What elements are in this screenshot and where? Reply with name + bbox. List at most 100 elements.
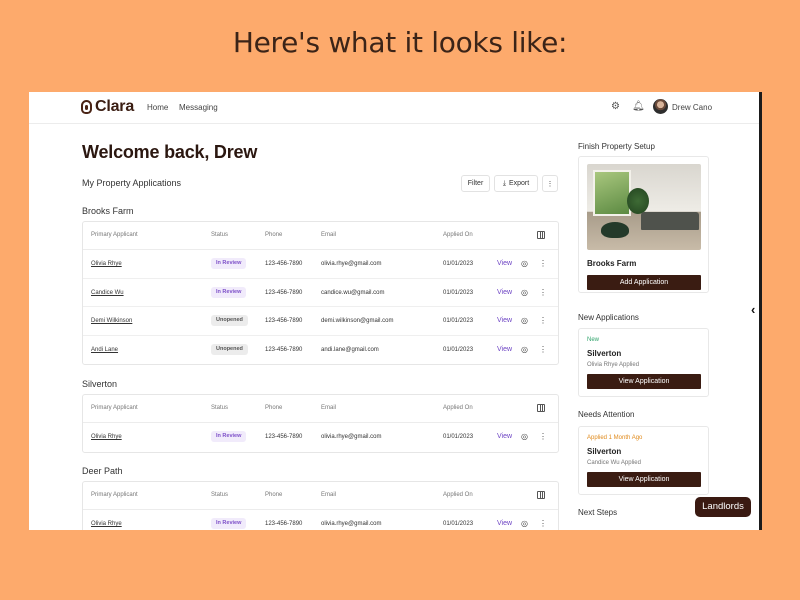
group-title: Silverton (82, 379, 118, 389)
group-title: Brooks Farm (82, 206, 134, 216)
column-header: Phone (265, 405, 283, 411)
table-row[interactable]: Olivia Rhye In Review 123-456-7890 olivia.r… (83, 250, 558, 279)
filter-button[interactable]: Filter (461, 175, 490, 192)
more-vertical-icon[interactable]: ⋮ (539, 345, 547, 355)
landlords-badge[interactable]: Landlords (695, 497, 751, 517)
applicant-name-link[interactable]: Demi Wilkinson (91, 318, 132, 324)
column-header: Primary Applicant (91, 405, 138, 411)
avatar[interactable] (653, 99, 668, 114)
email-cell: andi.lane@gmail.com (321, 346, 379, 353)
slide-caption: Here's what it looks like: (232, 26, 568, 59)
app-screenshot: Clara Home Messaging ⚙ 🔔︎ Drew Cano Welc… (29, 92, 762, 530)
attention-property: Silverton (587, 447, 622, 456)
email-cell: olivia.rhye@gmail.com (321, 261, 382, 267)
view-application-button[interactable]: View Application (587, 472, 701, 487)
bell-icon[interactable]: 🔔︎ (632, 101, 645, 112)
applicant-name-link[interactable]: Andi Lane (91, 347, 118, 353)
status-badge: Unopened (211, 315, 248, 326)
email-cell: demi.wilkinson@gmail.com (321, 318, 394, 324)
status-badge: In Review (211, 518, 247, 529)
view-link[interactable]: View (497, 317, 512, 324)
more-vertical-icon[interactable]: ⋮ (539, 432, 547, 442)
more-vertical-icon[interactable]: ⋮ (539, 519, 547, 529)
applied-on-cell: 01/01/2023 (443, 289, 474, 296)
clara-logo-icon (81, 100, 92, 114)
applied-on-cell: 01/01/2023 (443, 434, 474, 440)
applications-table: Primary Applicant Status Phone Email Applied… (82, 481, 559, 530)
window-edge (759, 92, 762, 530)
applicant-name-link[interactable]: Candice Wu (91, 290, 124, 296)
columns-icon[interactable] (537, 231, 545, 239)
message-icon[interactable]: ◎ (521, 288, 528, 298)
table-header: Primary Applicant Status Phone Email Applied… (83, 395, 558, 423)
new-application-card: New Silverton Olivia Rhye Applied View A… (578, 328, 709, 397)
table-row[interactable]: Candice Wu In Review 123-456-7890 candice.w… (83, 279, 558, 307)
phone-cell: 123-456-7890 (265, 318, 303, 324)
add-application-button[interactable]: Add Application (587, 275, 701, 290)
column-header: Primary Applicant (91, 232, 138, 238)
more-vertical-icon[interactable]: ⋮ (539, 259, 547, 269)
phone-cell: 123-456-7890 (265, 434, 303, 440)
column-header: Applied On (443, 232, 473, 238)
download-icon: ⤓ (502, 179, 506, 187)
view-link[interactable]: View (497, 260, 512, 267)
email-cell: olivia.rhye@gmail.com (321, 521, 382, 527)
status-badge: In Review (211, 258, 247, 269)
column-header: Phone (265, 232, 283, 238)
applicant-name-link[interactable]: Olivia Rhye (91, 434, 122, 440)
new-app-property: Silverton (587, 349, 622, 358)
column-header: Email (321, 232, 337, 238)
applicant-name-link[interactable]: Olivia Rhye (91, 261, 122, 267)
table-row[interactable]: Demi Wilkinson Unopened 123-456-7890 demi.w… (83, 307, 558, 336)
column-header: Email (321, 492, 337, 498)
message-icon[interactable]: ◎ (521, 316, 528, 326)
page-title: Welcome back, Drew (82, 142, 258, 162)
more-options-button[interactable]: ⋮ (542, 175, 558, 192)
more-vertical-icon: ⋮ (546, 180, 554, 188)
user-name[interactable]: Drew Cano (672, 103, 712, 112)
applicant-name-link[interactable]: Olivia Rhye (91, 521, 122, 527)
message-icon[interactable]: ◎ (521, 345, 528, 355)
email-cell: olivia.rhye@gmail.com (321, 434, 382, 440)
view-link[interactable]: View (497, 289, 512, 296)
chevron-left-icon[interactable]: ‹ (751, 302, 755, 317)
new-app-applicant: Olivia Rhye Applied (587, 362, 640, 368)
column-header: Applied On (443, 492, 473, 498)
message-icon[interactable]: ◎ (521, 519, 528, 529)
applied-on-cell: 01/01/2023 (443, 261, 474, 267)
brand-logo[interactable]: Clara (81, 98, 134, 116)
view-link[interactable]: View (497, 520, 512, 527)
status-badge: Unopened (211, 343, 248, 355)
phone-cell: 123-456-7890 (265, 261, 303, 267)
section-heading: My Property Applications (82, 178, 182, 188)
table-row[interactable]: Olivia Rhye In Review 123-456-7890 olivia.r… (83, 423, 558, 452)
export-button[interactable]: ⤓ Export (494, 175, 538, 192)
phone-cell: 123-456-7890 (265, 346, 303, 353)
view-link[interactable]: View (497, 346, 512, 353)
top-nav: Clara Home Messaging ⚙ 🔔︎ Drew Cano (29, 92, 762, 124)
phone-cell: 123-456-7890 (265, 289, 303, 296)
more-vertical-icon[interactable]: ⋮ (539, 288, 547, 298)
table-header: Primary Applicant Status Phone Email Applied… (83, 222, 558, 250)
message-icon[interactable]: ◎ (521, 432, 528, 442)
view-application-button[interactable]: View Application (587, 374, 701, 389)
filter-label: Filter (467, 180, 484, 187)
nav-link-home[interactable]: Home (147, 103, 168, 112)
nav-link-messaging[interactable]: Messaging (179, 103, 218, 112)
export-label: Export (508, 180, 530, 187)
table-row[interactable]: Andi Lane Unopened 123-456-7890 andi.lane@g… (83, 336, 558, 365)
attention-card: Applied 1 Month Ago Silverton Candice Wu… (578, 426, 709, 495)
columns-icon[interactable] (537, 491, 545, 499)
more-vertical-icon[interactable]: ⋮ (539, 316, 547, 326)
message-icon[interactable]: ◎ (521, 259, 528, 269)
view-link[interactable]: View (497, 433, 512, 440)
columns-icon[interactable] (537, 404, 545, 412)
settings-gear-icon[interactable]: ⚙ (610, 101, 621, 112)
phone-cell: 123-456-7890 (265, 521, 303, 527)
column-header: Status (211, 232, 229, 238)
table-row[interactable]: Olivia Rhye In Review 123-456-7890 olivia.r… (83, 510, 558, 530)
group-title: Deer Path (82, 466, 123, 476)
setup-property-name: Brooks Farm (587, 259, 637, 268)
column-header: Primary Applicant (91, 492, 138, 498)
property-photo (587, 164, 701, 250)
